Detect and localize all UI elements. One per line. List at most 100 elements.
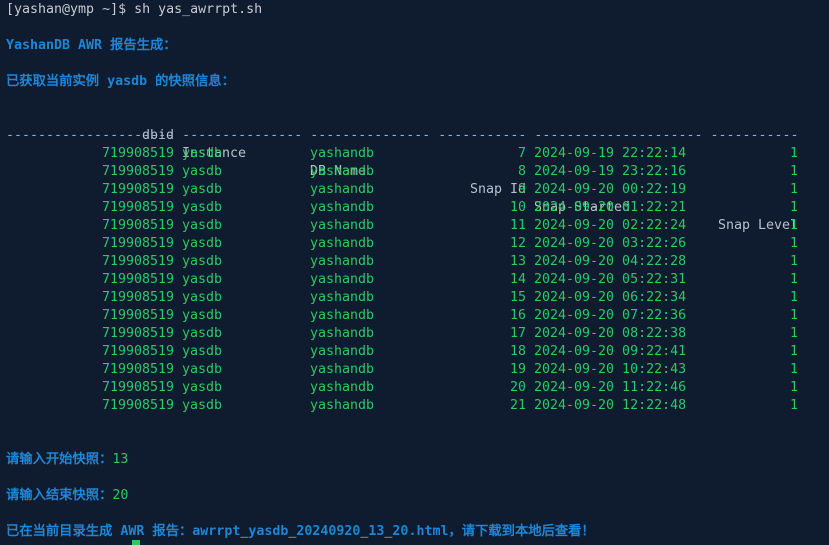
cell-dbid: 719908519 <box>101 182 174 197</box>
start-snapshot-value: 13 <box>112 452 129 467</box>
cell-dbid: 719908519 <box>101 398 174 413</box>
cell-snap-id: 11 <box>509 218 526 233</box>
report-title: YashanDB AWR 报告生成： <box>6 38 177 53</box>
cell-snap-level: 1 <box>789 272 798 287</box>
cell-db-name: yashandb <box>310 380 375 395</box>
table-row: 719908519 yasdb yashandb 21 2024-09-20 12:22… <box>0 397 829 415</box>
cell-snap-id: 7 <box>517 146 526 161</box>
cell-instance: yasdb <box>182 308 223 323</box>
table-row: 719908519 yasdb yashandb 13 2024-09-20 04:22… <box>0 253 829 271</box>
cell-db-name: yashandb <box>310 218 375 233</box>
cell-instance: yasdb <box>182 146 223 161</box>
cell-snap-id: 12 <box>509 236 526 251</box>
cell-instance: yasdb <box>182 182 223 197</box>
cell-snap-id: 9 <box>517 182 526 197</box>
cell-dbid: 719908519 <box>101 254 174 269</box>
table-row: 719908519 yasdb yashandb 8 2024-09-19 23:22:… <box>0 163 829 181</box>
table-row: 719908519 yasdb yashandb 18 2024-09-20 09:22… <box>0 343 829 361</box>
cell-snap-started: 2024-09-20 11:22:46 <box>534 380 687 395</box>
cell-snap-id: 16 <box>509 308 526 323</box>
cell-dbid: 719908519 <box>101 290 174 305</box>
cell-snap-started: 2024-09-19 23:22:16 <box>534 164 687 179</box>
table-row: 719908519 yasdb yashandb 12 2024-09-20 03:22… <box>0 235 829 253</box>
cell-db-name: yashandb <box>310 200 375 215</box>
cell-instance: yasdb <box>182 344 223 359</box>
cell-snap-started: 2024-09-20 12:22:48 <box>534 398 687 413</box>
table-row: 719908519 yasdb yashandb 17 2024-09-20 08:22… <box>0 325 829 343</box>
cell-snap-level: 1 <box>789 398 798 413</box>
cell-snap-id: 20 <box>509 380 526 395</box>
cell-dbid: 719908519 <box>101 272 174 287</box>
command-prompt-line: [yashan@ymp ~]$ sh yas_awrrpt.sh <box>6 2 263 17</box>
cell-instance: yasdb <box>182 398 223 413</box>
table-row: 719908519 yasdb yashandb 7 2024-09-19 22:22:… <box>0 145 829 163</box>
cell-dbid: 719908519 <box>101 344 174 359</box>
table-row: 719908519 yasdb yashandb 16 2024-09-20 07:22… <box>0 307 829 325</box>
cell-snap-level: 1 <box>789 200 798 215</box>
table-row: 719908519 yasdb yashandb 20 2024-09-20 11:22… <box>0 379 829 397</box>
cell-dbid: 719908519 <box>101 326 174 341</box>
cell-snap-started: 2024-09-20 04:22:28 <box>534 254 687 269</box>
cell-snap-started: 2024-09-20 03:22:26 <box>534 236 687 251</box>
cell-snap-id: 17 <box>509 326 526 341</box>
cell-db-name: yashandb <box>310 182 375 197</box>
cell-snap-level: 1 <box>789 218 798 233</box>
cell-snap-level: 1 <box>789 182 798 197</box>
cell-snap-level: 1 <box>789 146 798 161</box>
table-header: dbid Instance DB Name Snap Id Snap Start… <box>0 109 829 233</box>
cell-snap-level: 1 <box>789 308 798 323</box>
cell-db-name: yashandb <box>310 146 375 161</box>
cell-dbid: 719908519 <box>101 362 174 377</box>
table-row: 719908519 yasdb yashandb 11 2024-09-20 02:22… <box>0 217 829 235</box>
cell-instance: yasdb <box>182 380 223 395</box>
cell-dbid: 719908519 <box>101 146 174 161</box>
cell-snap-started: 2024-09-20 01:22:21 <box>534 200 687 215</box>
table-separator: --------------------- --------------- --… <box>6 128 799 143</box>
cell-instance: yasdb <box>182 362 223 377</box>
cell-snap-id: 18 <box>509 344 526 359</box>
table-row: 719908519 yasdb yashandb 15 2024-09-20 06:22… <box>0 289 829 307</box>
cell-snap-id: 21 <box>509 398 526 413</box>
cell-db-name: yashandb <box>310 236 375 251</box>
input-cursor-line[interactable] <box>6 539 140 545</box>
cell-snap-id: 10 <box>509 200 526 215</box>
start-snapshot-prompt: 请输入开始快照： <box>6 452 113 467</box>
cell-snap-started: 2024-09-19 22:22:14 <box>534 146 687 161</box>
cell-snap-id: 13 <box>509 254 526 269</box>
cell-dbid: 719908519 <box>101 164 174 179</box>
cell-instance: yasdb <box>182 236 223 251</box>
cell-snap-level: 1 <box>789 164 798 179</box>
terminal-cursor <box>132 540 140 545</box>
cell-instance: yasdb <box>182 326 223 341</box>
cell-db-name: yashandb <box>310 398 375 413</box>
cell-snap-started: 2024-09-20 09:22:41 <box>534 344 687 359</box>
cell-db-name: yashandb <box>310 326 375 341</box>
cell-db-name: yashandb <box>310 254 375 269</box>
cell-snap-level: 1 <box>789 362 798 377</box>
end-snapshot-value: 20 <box>112 488 129 503</box>
cell-dbid: 719908519 <box>101 236 174 251</box>
cell-db-name: yashandb <box>310 362 375 377</box>
cell-dbid: 719908519 <box>101 380 174 395</box>
cell-db-name: yashandb <box>310 272 375 287</box>
table-row: 719908519 yasdb yashandb 19 2024-09-20 10:22… <box>0 361 829 379</box>
cell-snap-started: 2024-09-20 08:22:38 <box>534 326 687 341</box>
start-snapshot-line: 请输入开始快照：13 <box>6 451 128 469</box>
cell-snap-level: 1 <box>789 344 798 359</box>
cell-snap-level: 1 <box>789 290 798 305</box>
terminal-window[interactable]: [yashan@ymp ~]$ sh yas_awrrpt.sh YashanD… <box>0 0 829 545</box>
table-row: 719908519 yasdb yashandb 14 2024-09-20 05:22… <box>0 271 829 289</box>
cell-snap-started: 2024-09-20 05:22:31 <box>534 272 687 287</box>
cell-snap-started: 2024-09-20 10:22:43 <box>534 362 687 377</box>
cell-dbid: 719908519 <box>101 218 174 233</box>
cell-instance: yasdb <box>182 290 223 305</box>
cell-snap-started: 2024-09-20 06:22:34 <box>534 290 687 305</box>
cell-db-name: yashandb <box>310 290 375 305</box>
cell-db-name: yashandb <box>310 344 375 359</box>
cell-snap-started: 2024-09-20 00:22:19 <box>534 182 687 197</box>
cell-instance: yasdb <box>182 272 223 287</box>
cell-snap-id: 19 <box>509 362 526 377</box>
table-row: 719908519 yasdb yashandb 9 2024-09-20 00:22:… <box>0 181 829 199</box>
table-row: 719908519 yasdb yashandb 10 2024-09-20 01:22… <box>0 199 829 217</box>
cell-db-name: yashandb <box>310 164 375 179</box>
